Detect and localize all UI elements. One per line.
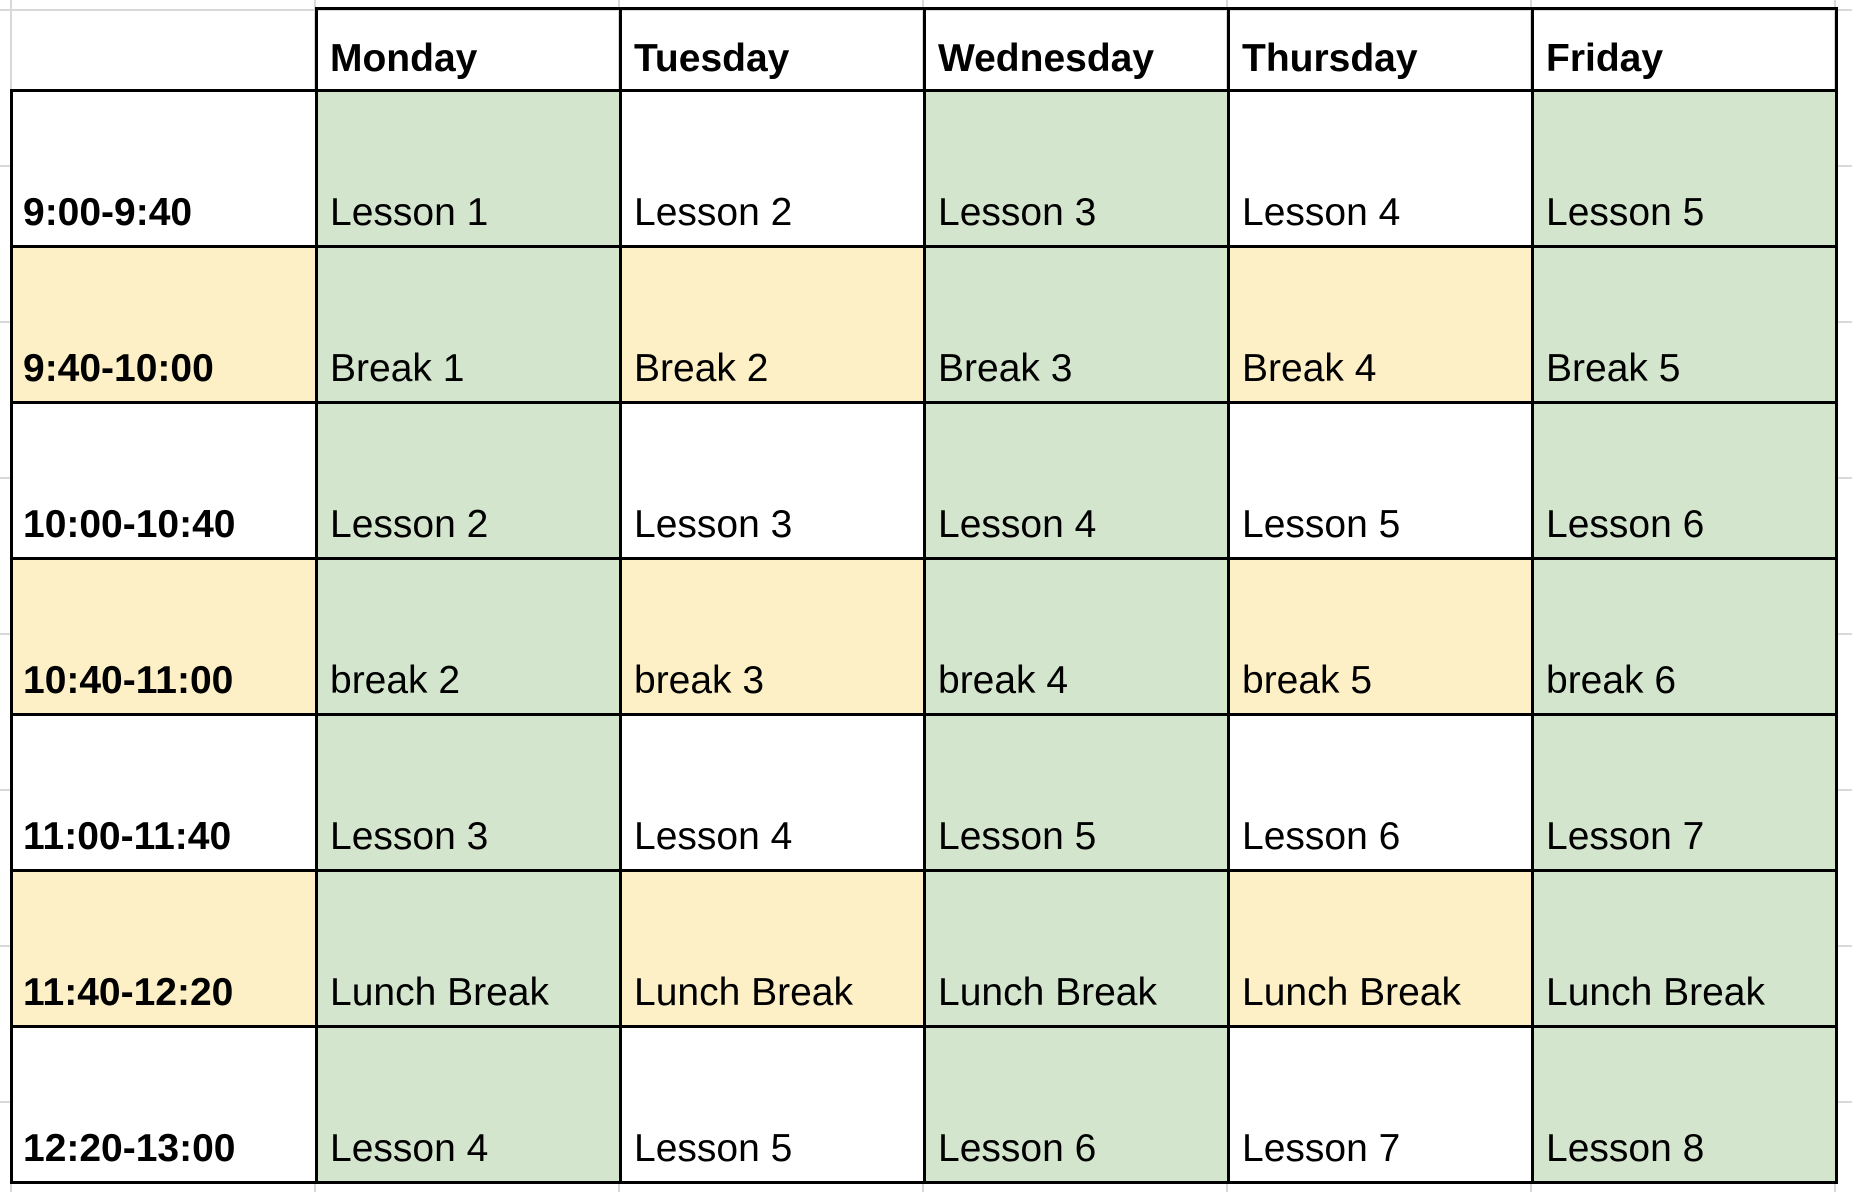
schedule-cell[interactable]: Lesson 7 [1227, 1025, 1534, 1184]
schedule-cell[interactable]: break 6 [1531, 557, 1838, 716]
time-slot-cell[interactable]: 11:40-12:20 [10, 869, 318, 1028]
table-row: 11:00-11:40 Lesson 3 Lesson 4 Lesson 5 L… [10, 713, 1838, 872]
time-slot-cell[interactable]: 11:00-11:40 [10, 713, 318, 872]
schedule-cell[interactable]: Break 2 [619, 245, 926, 404]
day-header-thursday[interactable]: Thursday [1227, 7, 1534, 92]
schedule-cell[interactable]: Lesson 4 [315, 1025, 622, 1184]
schedule-cell[interactable]: Lesson 6 [1227, 713, 1534, 872]
schedule-cell[interactable]: break 3 [619, 557, 926, 716]
schedule-cell[interactable]: Lesson 4 [1227, 89, 1534, 248]
schedule-cell[interactable]: Break 1 [315, 245, 622, 404]
schedule-cell[interactable]: Lesson 5 [1227, 401, 1534, 560]
table-row: 9:40-10:00 Break 1 Break 2 Break 3 Break… [10, 245, 1838, 404]
schedule-cell[interactable]: Lesson 5 [619, 1025, 926, 1184]
table-row: 10:00-10:40 Lesson 2 Lesson 3 Lesson 4 L… [10, 401, 1838, 560]
schedule-cell[interactable]: Break 4 [1227, 245, 1534, 404]
table-row: 9:00-9:40 Lesson 1 Lesson 2 Lesson 3 Les… [10, 89, 1838, 248]
schedule-cell[interactable]: Lesson 3 [315, 713, 622, 872]
schedule-cell[interactable]: Lesson 3 [619, 401, 926, 560]
time-slot-cell[interactable]: 10:40-11:00 [10, 557, 318, 716]
schedule-cell[interactable]: break 5 [1227, 557, 1534, 716]
schedule-cell[interactable]: Lesson 4 [619, 713, 926, 872]
schedule-cell[interactable]: Lesson 6 [923, 1025, 1230, 1184]
header-row: Monday Tuesday Wednesday Thursday Friday [11, 7, 1838, 92]
schedule-cell[interactable]: Lunch Break [923, 869, 1230, 1028]
schedule-cell[interactable]: break 4 [923, 557, 1230, 716]
table-row: 11:40-12:20 Lunch Break Lunch Break Lunc… [10, 869, 1838, 1028]
schedule-cell[interactable]: Lesson 5 [923, 713, 1230, 872]
schedule-cell[interactable]: Break 5 [1531, 245, 1838, 404]
time-slot-cell[interactable]: 10:00-10:40 [10, 401, 318, 560]
corner-cell[interactable] [11, 8, 318, 92]
schedule-cell[interactable]: Lunch Break [1227, 869, 1534, 1028]
schedule-cell[interactable]: Break 3 [923, 245, 1230, 404]
schedule-cell[interactable]: Lunch Break [619, 869, 926, 1028]
day-header-friday[interactable]: Friday [1531, 7, 1838, 92]
schedule-cell[interactable]: break 2 [315, 557, 622, 716]
schedule-cell[interactable]: Lesson 4 [923, 401, 1230, 560]
schedule-cell[interactable]: Lesson 5 [1531, 89, 1838, 248]
schedule-cell[interactable]: Lesson 2 [619, 89, 926, 248]
time-slot-cell[interactable]: 9:00-9:40 [10, 89, 318, 248]
schedule-cell[interactable]: Lesson 3 [923, 89, 1230, 248]
time-slot-cell[interactable]: 12:20-13:00 [10, 1025, 318, 1184]
table-row: 10:40-11:00 break 2 break 3 break 4 brea… [10, 557, 1838, 716]
schedule-cell[interactable]: Lunch Break [1531, 869, 1838, 1028]
day-header-wednesday[interactable]: Wednesday [923, 7, 1230, 92]
schedule-cell[interactable]: Lesson 6 [1531, 401, 1838, 560]
table-row: 12:20-13:00 Lesson 4 Lesson 5 Lesson 6 L… [10, 1025, 1838, 1184]
day-header-tuesday[interactable]: Tuesday [619, 7, 926, 92]
schedule-cell[interactable]: Lunch Break [315, 869, 622, 1028]
time-slot-cell[interactable]: 9:40-10:00 [10, 245, 318, 404]
spreadsheet-grid: Monday Tuesday Wednesday Thursday Friday… [0, 0, 1852, 1192]
schedule-cell[interactable]: Lesson 1 [315, 89, 622, 248]
schedule-cell[interactable]: Lesson 2 [315, 401, 622, 560]
day-header-monday[interactable]: Monday [315, 7, 622, 92]
schedule-cell[interactable]: Lesson 7 [1531, 713, 1838, 872]
timetable: Monday Tuesday Wednesday Thursday Friday… [10, 7, 1838, 1184]
schedule-cell[interactable]: Lesson 8 [1531, 1025, 1838, 1184]
